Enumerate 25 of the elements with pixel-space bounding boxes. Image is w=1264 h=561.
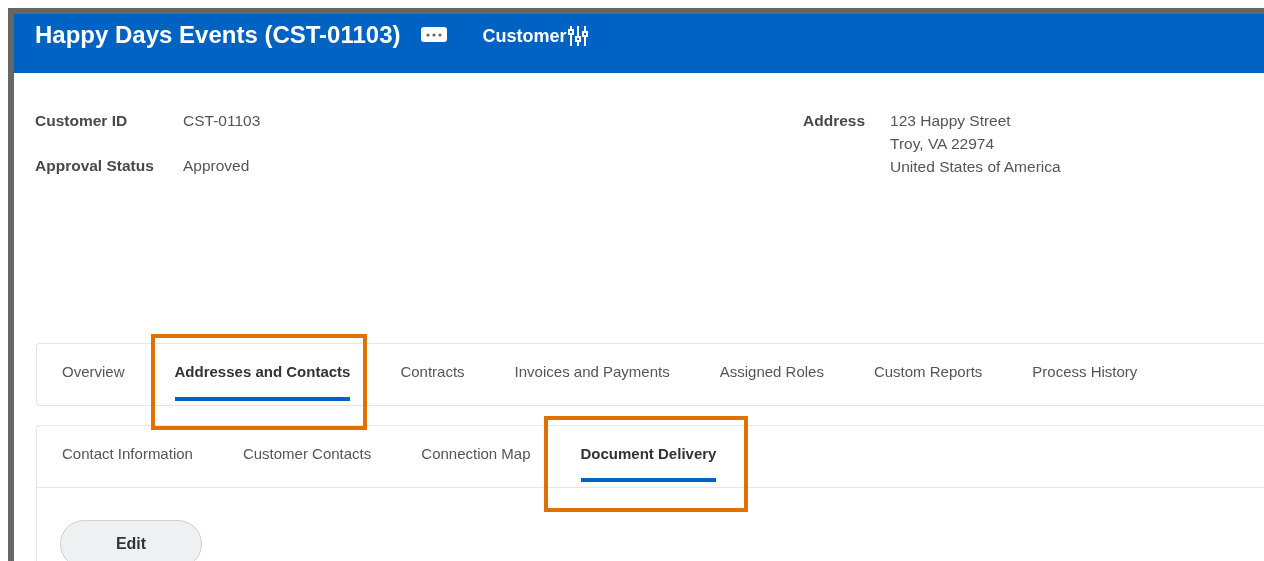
tab[interactable]: Contracts (400, 344, 465, 405)
address-line: United States of America (890, 157, 1061, 177)
field-label: Address (803, 112, 866, 131)
tab[interactable]: Custom Reports (873, 344, 983, 405)
more-icon (425, 32, 442, 37)
address-line: 123 Happy Street (890, 111, 1012, 131)
field-value: Approved (183, 157, 251, 175)
tab[interactable]: Assigned Roles (719, 344, 824, 405)
more-button[interactable] (420, 27, 447, 42)
edit-button[interactable]: Edit (60, 520, 202, 561)
field-value: CST-01103 (183, 112, 262, 130)
tab[interactable]: Connection Map (421, 426, 531, 487)
tab[interactable]: Customer Contacts (242, 426, 372, 487)
object-type-label: Customer (482, 26, 567, 47)
field-label: Approval Status (35, 157, 155, 175)
tab[interactable]: Process History (1032, 344, 1138, 405)
page-title: Happy Days Events (CST-01103) (35, 20, 401, 49)
tab[interactable]: Contact Information (62, 426, 193, 487)
sliders-icon[interactable] (567, 24, 588, 47)
address-line: Troy, VA 22974 (890, 134, 995, 154)
tab[interactable]: Invoices and Payments (514, 344, 670, 405)
tab[interactable]: Overview (62, 344, 125, 405)
tab[interactable]: Document Delivery (580, 426, 717, 487)
tab[interactable]: Addresses and Contacts (174, 344, 351, 405)
field-label: Customer ID (35, 112, 129, 130)
